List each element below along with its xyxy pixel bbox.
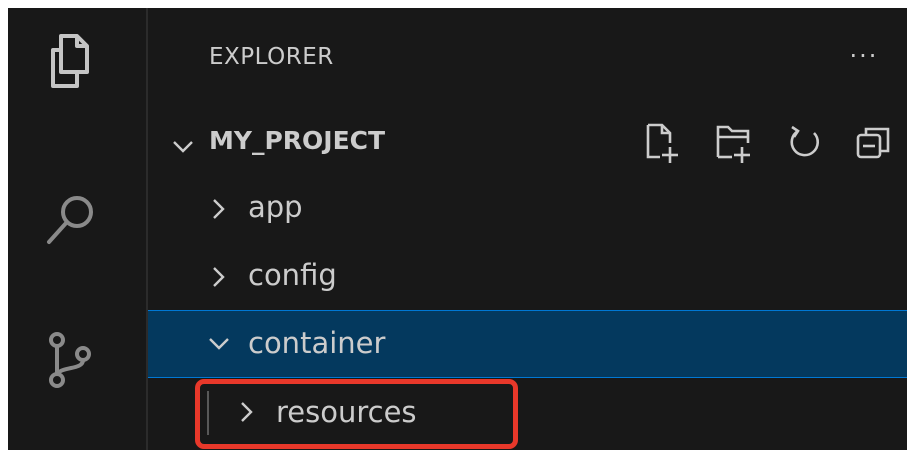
chevron-right-icon xyxy=(213,199,225,219)
collapse-all-icon[interactable] xyxy=(854,121,894,165)
tree-item-app[interactable]: app xyxy=(148,176,907,242)
highlight-annotation xyxy=(195,379,518,449)
tree-item-label: config xyxy=(248,258,337,292)
activity-bar xyxy=(8,8,146,450)
files-icon[interactable] xyxy=(41,30,101,90)
explorer-title: EXPLORER xyxy=(209,44,334,70)
source-control-icon[interactable] xyxy=(41,330,101,390)
tree-item-config[interactable]: config xyxy=(148,244,907,310)
chevron-down-icon xyxy=(173,141,193,153)
new-file-icon[interactable] xyxy=(642,121,682,165)
search-icon[interactable] xyxy=(41,190,101,250)
vscode-window: EXPLORER ··· MY_PROJECT app config conta… xyxy=(8,8,907,450)
chevron-right-icon xyxy=(213,267,225,287)
project-name: MY_PROJECT xyxy=(209,126,386,155)
tree-item-container[interactable]: container xyxy=(148,310,907,378)
tree-item-label: container xyxy=(248,326,386,360)
tree-item-label: app xyxy=(248,190,303,224)
more-actions-button[interactable]: ··· xyxy=(834,38,894,74)
new-folder-icon[interactable] xyxy=(714,121,754,165)
chevron-down-icon xyxy=(209,338,229,350)
refresh-icon[interactable] xyxy=(784,121,824,165)
